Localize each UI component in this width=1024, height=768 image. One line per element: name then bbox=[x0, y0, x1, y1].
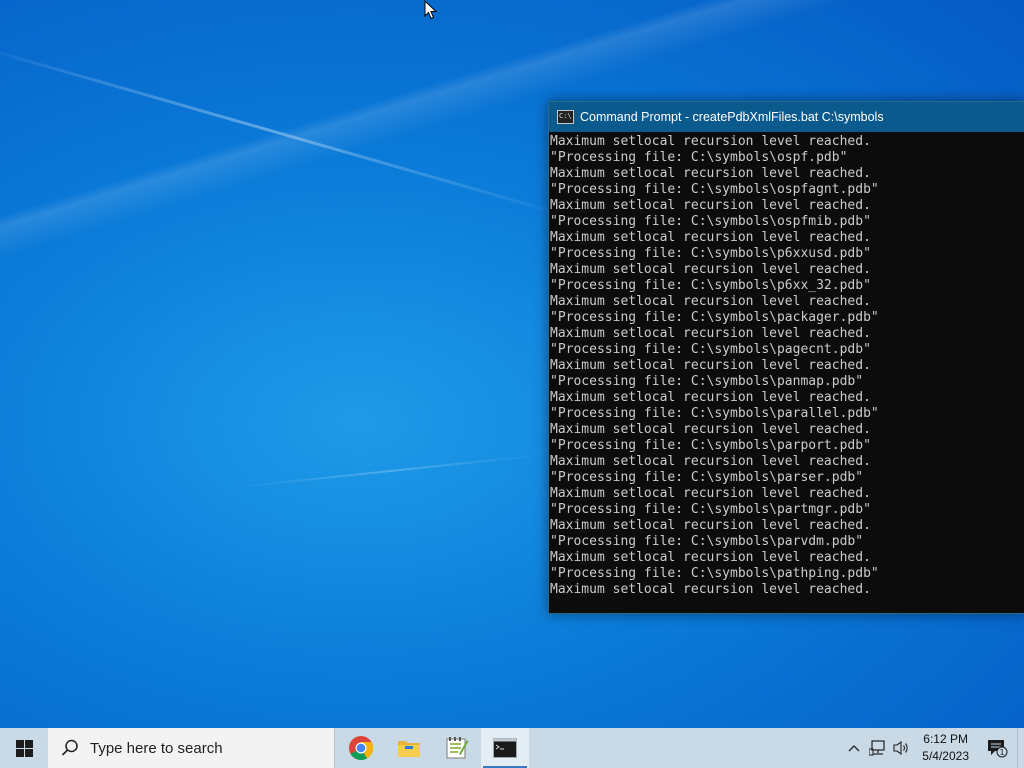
search-icon bbox=[61, 739, 78, 756]
taskbar-search-box[interactable]: Type here to search bbox=[48, 728, 335, 768]
search-placeholder: Type here to search bbox=[90, 739, 223, 757]
console-line: "Processing file: C:\symbols\ospfmib.pdb… bbox=[550, 214, 871, 229]
console-line: Maximum setlocal recursion level reached… bbox=[550, 294, 871, 309]
console-line: Maximum setlocal recursion level reached… bbox=[550, 518, 871, 533]
taskbar-app-notepad-plus[interactable] bbox=[433, 728, 481, 768]
network-button[interactable] bbox=[866, 728, 890, 768]
console-line: "Processing file: C:\symbols\p6xx_32.pdb… bbox=[550, 278, 871, 293]
windows-logo-icon bbox=[15, 739, 33, 757]
console-line: Maximum setlocal recursion level reached… bbox=[550, 198, 871, 213]
taskbar-app-chrome[interactable] bbox=[337, 728, 385, 768]
show-desktop-button[interactable] bbox=[1017, 728, 1024, 768]
console-line: Maximum setlocal recursion level reached… bbox=[550, 166, 871, 181]
taskbar-app-file-explorer[interactable] bbox=[385, 728, 433, 768]
mouse-cursor-icon bbox=[424, 0, 438, 20]
taskbar-clock[interactable]: 6:12 PM 5/4/2023 bbox=[914, 731, 977, 765]
console-line: Maximum setlocal recursion level reached… bbox=[550, 454, 871, 469]
prompt-line bbox=[550, 598, 1024, 610]
speaker-icon bbox=[893, 740, 908, 756]
wallpaper-light-beam bbox=[0, 40, 576, 220]
window-title: Command Prompt - createPdbXmlFiles.bat C… bbox=[580, 110, 884, 124]
console-line: "Processing file: C:\symbols\ospfagnt.pd… bbox=[550, 182, 879, 197]
taskbar-app-command-prompt[interactable] bbox=[481, 728, 529, 768]
console-line: "Processing file: C:\symbols\parser.pdb" bbox=[550, 470, 864, 485]
console-line: "Processing file: C:\symbols\p6xxusd.pdb… bbox=[550, 246, 871, 261]
console-line: Maximum setlocal recursion level reached… bbox=[550, 134, 871, 149]
console-line: Maximum setlocal recursion level reached… bbox=[550, 262, 871, 277]
console-line: "Processing file: C:\symbols\parvdm.pdb" bbox=[550, 534, 864, 549]
clock-date: 5/4/2023 bbox=[922, 749, 969, 763]
volume-button[interactable] bbox=[890, 728, 914, 768]
notepad-plus-icon bbox=[446, 737, 469, 759]
window-titlebar[interactable]: C:\ Command Prompt - createPdbXmlFiles.b… bbox=[549, 102, 1024, 132]
command-prompt-window[interactable]: C:\ Command Prompt - createPdbXmlFiles.b… bbox=[548, 101, 1024, 614]
console-line: Maximum setlocal recursion level reached… bbox=[550, 550, 871, 565]
console-line: Maximum setlocal recursion level reached… bbox=[550, 582, 871, 597]
console-output[interactable]: Maximum setlocal recursion level reached… bbox=[549, 132, 1024, 610]
console-line: "Processing file: C:\symbols\ospf.pdb" bbox=[550, 150, 848, 165]
console-line: "Processing file: C:\symbols\packager.pd… bbox=[550, 310, 879, 325]
console-line: "Processing file: C:\symbols\partmgr.pdb… bbox=[550, 502, 871, 517]
console-line: Maximum setlocal recursion level reached… bbox=[550, 326, 871, 341]
console-line: Maximum setlocal recursion level reached… bbox=[550, 358, 871, 373]
chrome-icon bbox=[349, 736, 374, 761]
console-line: Maximum setlocal recursion level reached… bbox=[550, 390, 871, 405]
console-line: Maximum setlocal recursion level reached… bbox=[550, 422, 871, 437]
console-line: "Processing file: C:\symbols\panmap.pdb" bbox=[550, 374, 864, 389]
console-line: "Processing file: C:\symbols\parallel.pd… bbox=[550, 406, 879, 421]
taskbar: Type here to search 6:12 PM 5/4/2023 1 bbox=[0, 728, 1024, 768]
chevron-up-icon bbox=[848, 745, 860, 752]
command-prompt-icon bbox=[493, 738, 517, 758]
action-center-button[interactable]: 1 bbox=[977, 728, 1017, 768]
notification-count: 1 bbox=[999, 748, 1004, 757]
command-prompt-icon: C:\ bbox=[557, 110, 574, 124]
network-icon bbox=[869, 740, 885, 756]
console-line: "Processing file: C:\symbols\pagecnt.pdb… bbox=[550, 342, 871, 357]
console-line: Maximum setlocal recursion level reached… bbox=[550, 486, 871, 501]
system-tray: 6:12 PM 5/4/2023 1 bbox=[842, 728, 1024, 768]
show-hidden-icons-button[interactable] bbox=[842, 728, 866, 768]
wallpaper-light-beam bbox=[230, 453, 550, 489]
console-line: Maximum setlocal recursion level reached… bbox=[550, 230, 871, 245]
start-button[interactable] bbox=[0, 728, 48, 768]
notification-icon: 1 bbox=[988, 740, 1008, 758]
console-line: "Processing file: C:\symbols\parport.pdb… bbox=[550, 438, 871, 453]
clock-time: 6:12 PM bbox=[923, 732, 968, 746]
console-line: "Processing file: C:\symbols\pathping.pd… bbox=[550, 566, 879, 581]
file-explorer-icon bbox=[398, 741, 420, 757]
